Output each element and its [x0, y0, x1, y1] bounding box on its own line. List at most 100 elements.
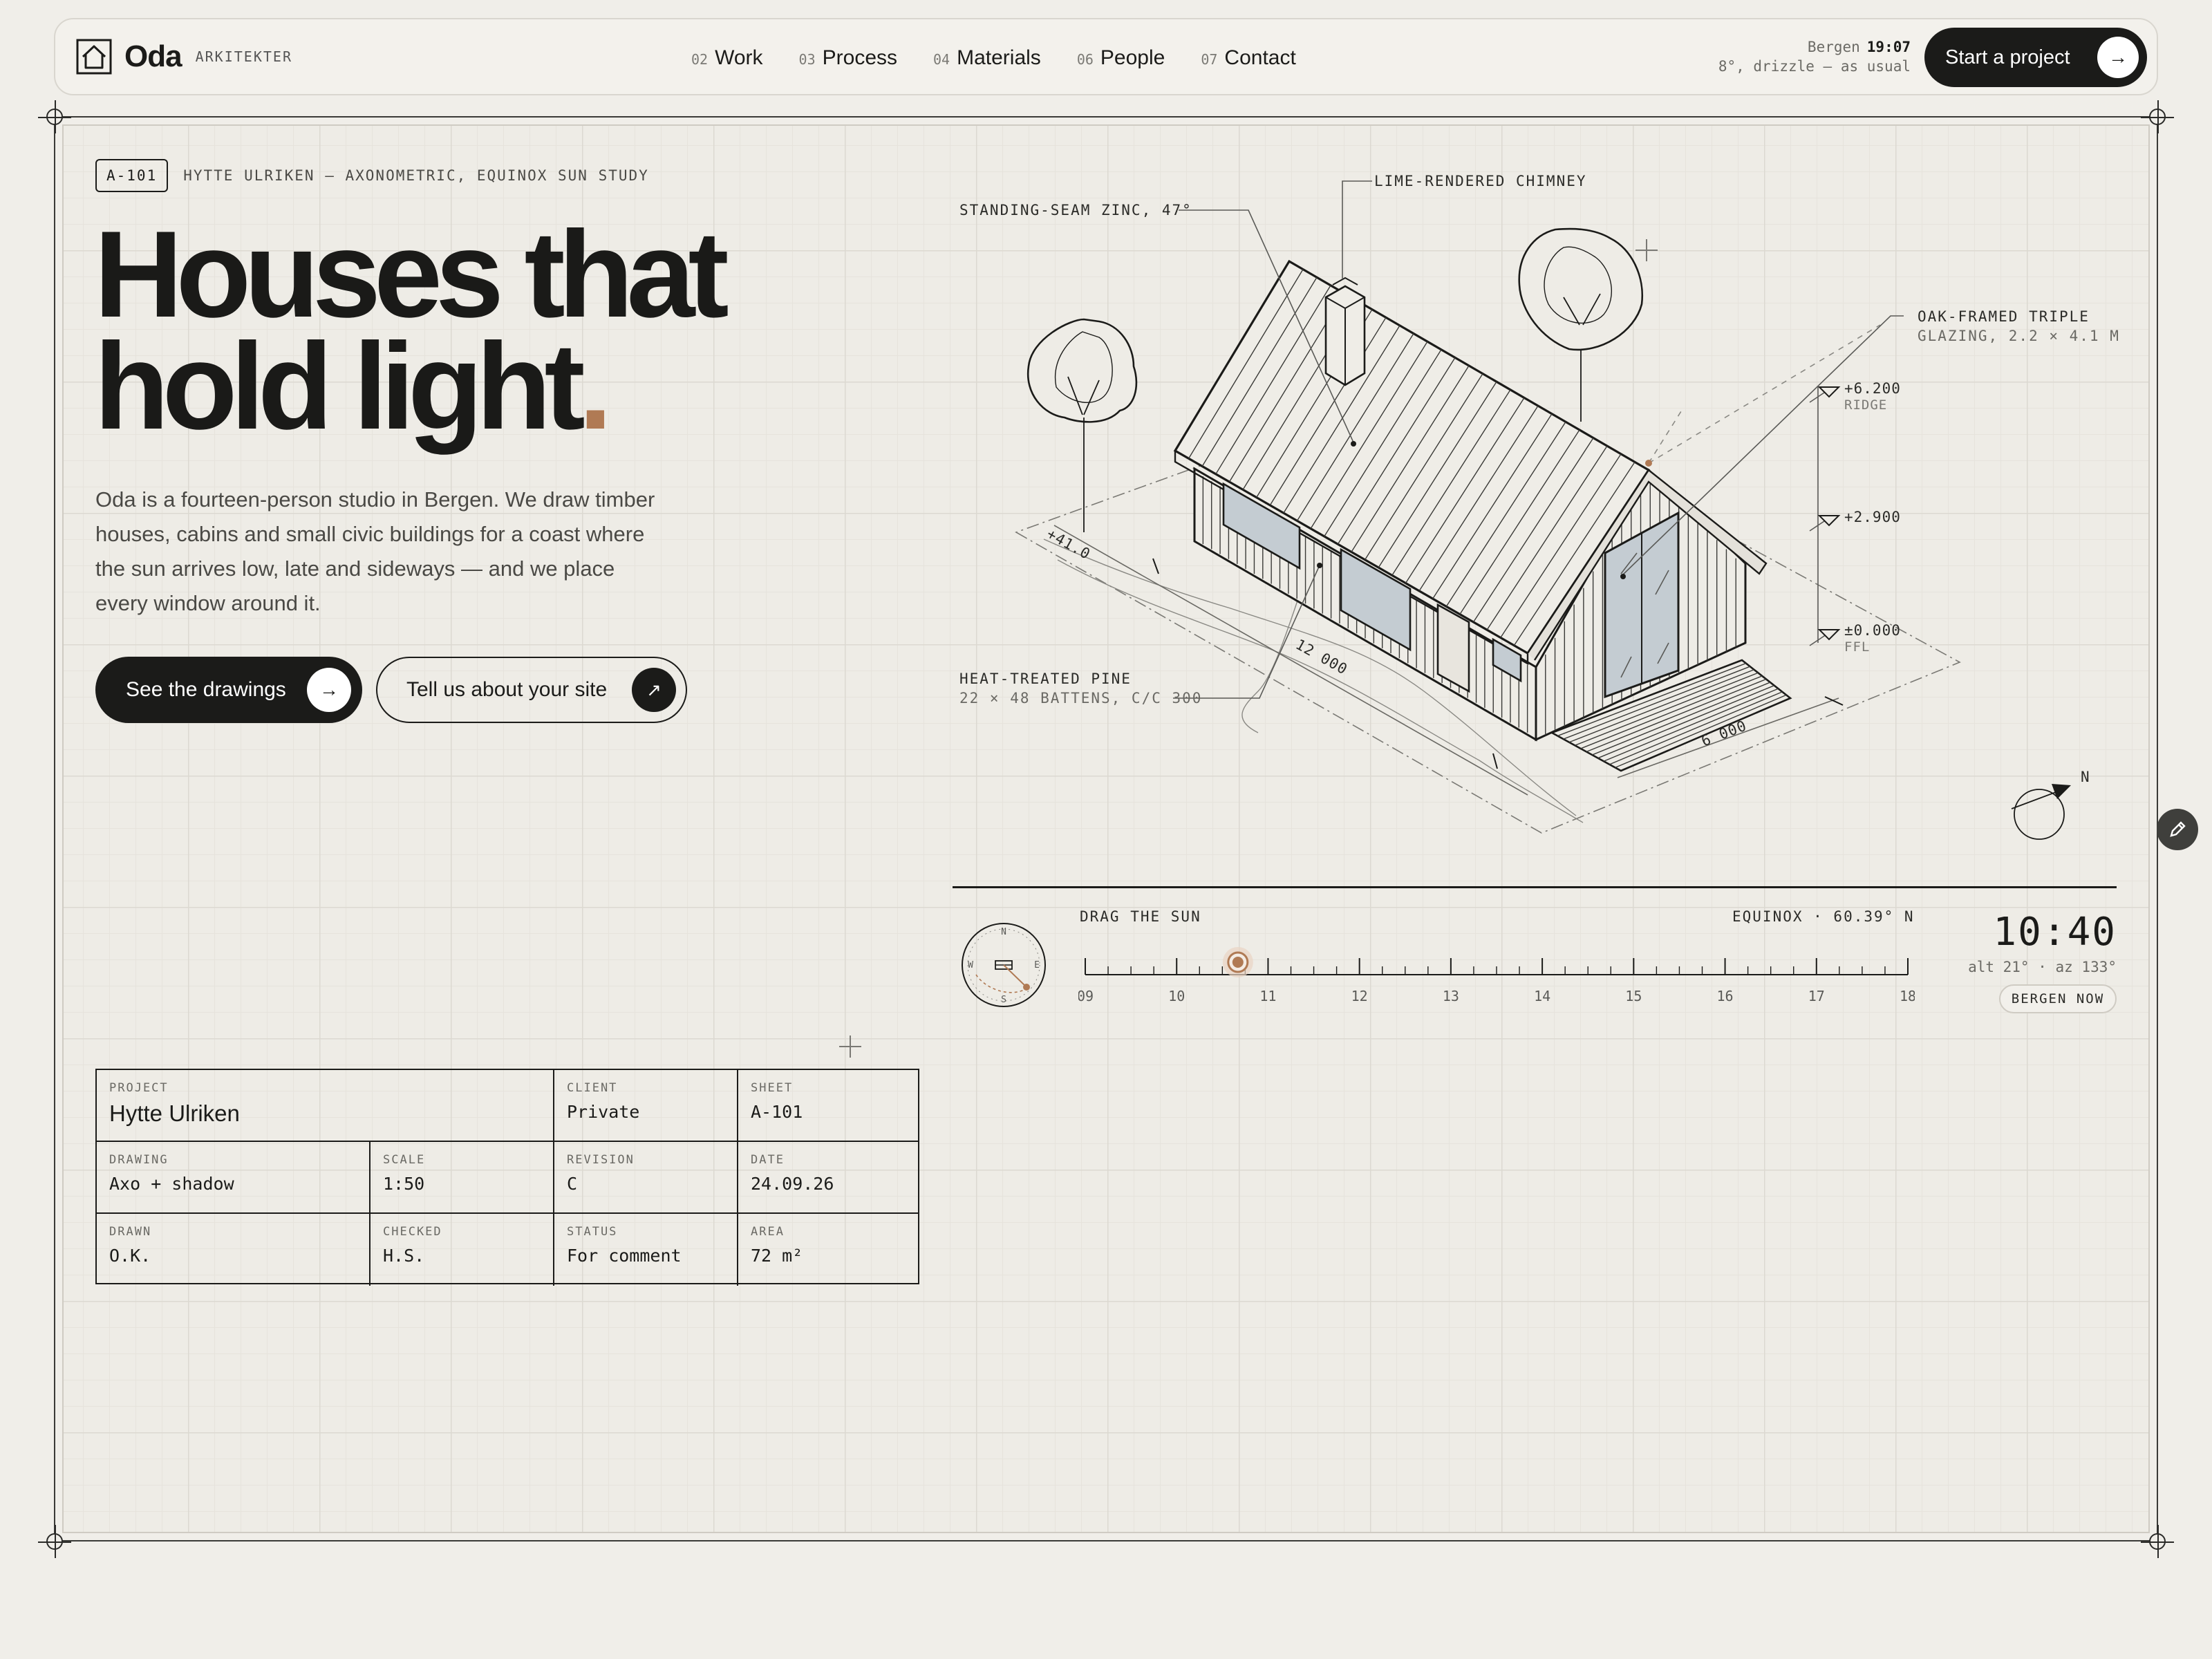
nav-item-label: Work [715, 46, 763, 69]
nav-item-label: Process [822, 46, 898, 69]
cell-label: REVISION [567, 1153, 635, 1167]
registration-mark-icon [38, 100, 71, 133]
start-project-button[interactable]: Start a project → [1924, 28, 2147, 87]
cell-value: Axo + shadow [109, 1174, 234, 1194]
callout-subtext: 22 × 48 BATTENS, C/C 300 [959, 690, 1203, 706]
compass-e: E [1034, 960, 1040, 971]
title-block-area: AREA 72 m² [738, 1214, 918, 1286]
nav-item-people[interactable]: 06 People [1077, 46, 1165, 70]
house-logo-icon [76, 39, 112, 75]
start-project-label: Start a project [1945, 46, 2070, 68]
cell-value: Hytte Ulriken [109, 1100, 240, 1126]
title-block-project: PROJECT Hytte Ulriken [97, 1070, 554, 1142]
callout-text: OAK-FRAMED TRIPLE [1918, 308, 2090, 325]
axonometric-house-drawing [1015, 180, 2071, 840]
see-drawings-label: See the drawings [126, 678, 286, 701]
slider-hour-label: 14 [1534, 988, 1550, 1002]
slider-hour-label: 12 [1351, 988, 1368, 1002]
level-value: +6.200 [1844, 380, 1901, 397]
cell-label: CLIENT [567, 1081, 618, 1095]
arrow-up-right-icon: ↗ [632, 668, 676, 712]
arrow-right-icon: → [307, 668, 351, 712]
nav-item-materials[interactable]: 04 Materials [933, 46, 1041, 70]
sun-time-slider[interactable]: 09 10 11 12 13 14 15 16 17 18 [1078, 940, 1915, 1002]
nav-item-label: People [1100, 46, 1165, 69]
nav-item-number: 03 [798, 51, 816, 68]
cell-label: SCALE [383, 1153, 426, 1167]
tell-us-label: Tell us about your site [406, 678, 608, 701]
nav-item-contact[interactable]: 07 Contact [1201, 46, 1295, 70]
registration-mark-icon [38, 1525, 71, 1558]
nav-item-process[interactable]: 03 Process [799, 46, 897, 70]
hero-title-accent-dot: . [578, 317, 613, 455]
brand-name: Oda [124, 39, 182, 73]
title-block-drawn: DRAWN O.K. [97, 1214, 371, 1286]
arrow-right-icon: → [2097, 37, 2139, 78]
level-label: RIDGE [1844, 397, 1888, 413]
hero-title-line-2: hold light [94, 317, 585, 455]
slider-hour-label: 18 [1900, 988, 1915, 1002]
crosshair-icon [839, 1035, 861, 1058]
compass-n: N [1001, 927, 1006, 937]
title-block-client: CLIENT Private [554, 1070, 738, 1142]
brand-logo[interactable]: Oda ARKITEKTER [76, 39, 292, 75]
bergen-now-button[interactable]: BERGEN NOW [1999, 984, 2117, 1013]
callout-text: HEAT-TREATED PINE [959, 671, 1132, 687]
callout-glazing: OAK-FRAMED TRIPLE GLAZING, 2.2 × 4.1 M [1918, 307, 2120, 346]
cell-label: DRAWING [109, 1153, 169, 1167]
sun-handle-core [1232, 957, 1244, 968]
title-block-drawing: DRAWING Axo + shadow [97, 1142, 371, 1214]
callout-roof: STANDING-SEAM ZINC, 47° [959, 200, 1192, 220]
tell-us-about-site-button[interactable]: Tell us about your site ↗ [376, 657, 687, 723]
edit-pencil-button[interactable] [2157, 809, 2198, 850]
local-weather: Bergen 19:07 8°, drizzle — as usual [1718, 37, 1911, 76]
slider-hour-label: 11 [1259, 988, 1276, 1002]
slider-hour-label: 16 [1717, 988, 1734, 1002]
callout-subtext: GLAZING, 2.2 × 4.1 M [1918, 328, 2120, 344]
callout-text: LIME-RENDERED CHIMNEY [1374, 173, 1587, 189]
weather-city: Bergen [1807, 39, 1860, 55]
weather-conditions: 8°, drizzle — as usual [1718, 58, 1911, 75]
registration-mark-icon [2141, 1525, 2174, 1558]
cell-label: SHEET [751, 1081, 794, 1095]
registration-mark-icon [2141, 100, 2174, 133]
sun-clock: 10:40 alt 21° · az 133° [1968, 910, 2117, 975]
cell-value: O.K. [109, 1246, 151, 1266]
sun-altitude: alt 21° · az 133° [1968, 959, 2117, 975]
slider-hour-label: 15 [1625, 988, 1642, 1002]
cell-value: C [567, 1174, 578, 1194]
level-value: +2.900 [1844, 509, 1901, 525]
see-drawings-button[interactable]: See the drawings → [95, 657, 362, 723]
nav-item-work[interactable]: 02 Work [691, 46, 763, 70]
level-label: FFL [1844, 639, 1871, 655]
level-first-floor: +2.900 [1844, 509, 1901, 525]
north-arrow-label: N [2081, 769, 2090, 785]
callout-cladding: HEAT-TREATED PINE 22 × 48 BATTENS, C/C 3… [959, 669, 1202, 708]
slider-hour-label: 10 [1168, 988, 1185, 1002]
slider-hour-label: 09 [1078, 988, 1094, 1002]
cell-label: AREA [751, 1225, 785, 1239]
cell-value: 72 m² [751, 1246, 803, 1266]
level-value: ±0.000 [1844, 622, 1901, 639]
cell-label: CHECKED [383, 1225, 442, 1239]
sheet-tag: A-101 HYTTE ULRIKEN — AXONOMETRIC, EQUIN… [95, 159, 649, 192]
level-ffl: ±0.000 FFL [1844, 622, 1901, 655]
callout-text: STANDING-SEAM ZINC, 47° [959, 202, 1192, 218]
cell-value: 24.09.26 [751, 1174, 834, 1194]
title-block-scale: SCALE 1:50 [371, 1142, 554, 1214]
hero-description: Oda is a fourteen-person studio in Berge… [95, 487, 655, 615]
cell-value: A-101 [751, 1102, 803, 1122]
title-block-status: STATUS For comment [554, 1214, 738, 1286]
nav-item-number: 06 [1076, 51, 1094, 68]
main-nav: 02 Work 03 Process 04 Materials 06 Peopl… [691, 19, 1296, 97]
title-block-checked: CHECKED H.S. [371, 1214, 554, 1286]
sheet-description: HYTTE ULRIKEN — AXONOMETRIC, EQUINOX SUN… [183, 167, 649, 184]
top-navigation-bar: Oda ARKITEKTER 02 Work 03 Process 04 Mat… [54, 18, 2158, 95]
cell-label: STATUS [567, 1225, 618, 1239]
divider [953, 886, 2117, 888]
nav-item-number: 02 [691, 51, 709, 68]
pencil-icon [2170, 821, 2186, 837]
sheet-code-badge: A-101 [95, 159, 169, 192]
title-block-date: DATE 24.09.26 [738, 1142, 918, 1214]
nav-item-number: 07 [1201, 51, 1218, 68]
